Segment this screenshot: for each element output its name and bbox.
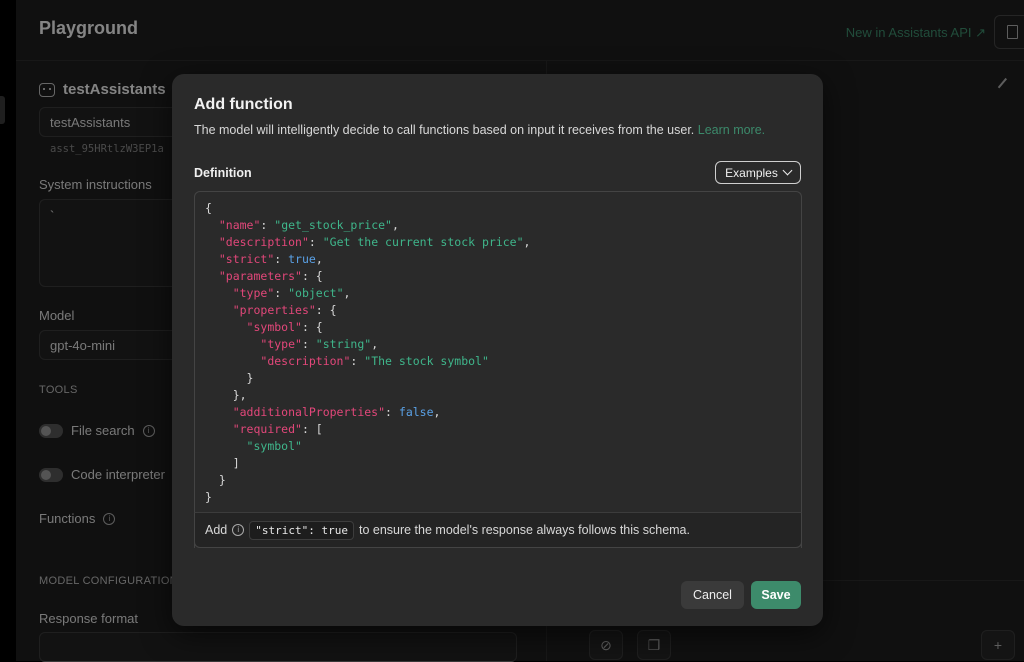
learn-more-link[interactable]: Learn more.: [698, 123, 765, 137]
cancel-button[interactable]: Cancel: [681, 581, 744, 609]
add-function-dialog: Add function The model will intelligentl…: [172, 74, 823, 626]
dialog-description: The model will intelligently decide to c…: [194, 123, 765, 137]
strict-chip: "strict": true: [249, 520, 354, 540]
strict-hint: Add i "strict": true to ensure the model…: [194, 512, 802, 548]
chevron-down-icon: [782, 165, 793, 176]
info-icon[interactable]: i: [232, 524, 245, 536]
strict-hint-suffix: to ensure the model's response always fo…: [358, 523, 690, 537]
function-definition-editor[interactable]: { "name": "get_stock_price", "descriptio…: [194, 191, 802, 548]
examples-dropdown[interactable]: Examples: [715, 161, 801, 184]
dialog-description-text: The model will intelligently decide to c…: [194, 123, 695, 137]
dialog-title: Add function: [194, 96, 293, 113]
strict-hint-prefix: Add: [205, 523, 228, 537]
save-button[interactable]: Save: [751, 581, 801, 609]
json-code: { "name": "get_stock_price", "descriptio…: [205, 201, 531, 504]
examples-label: Examples: [725, 165, 778, 180]
definition-label: Definition: [194, 166, 252, 180]
